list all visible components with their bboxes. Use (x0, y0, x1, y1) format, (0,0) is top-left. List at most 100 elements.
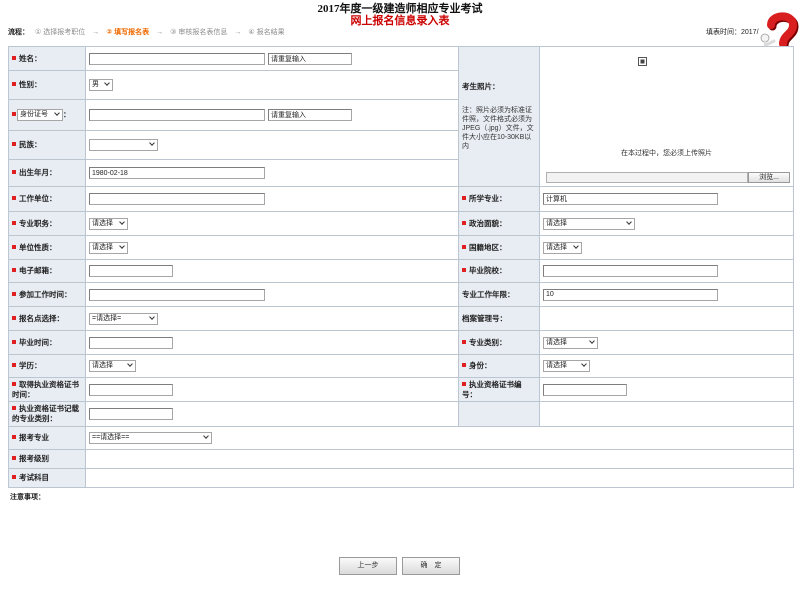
major-input[interactable] (543, 193, 718, 205)
exam-level-label: 报考级别 (19, 454, 49, 463)
email-label-cell: 电子邮箱： (8, 259, 86, 283)
id-number-input[interactable] (89, 109, 265, 121)
name-value-cell (85, 46, 459, 71)
major-category-select[interactable]: 请选择 (543, 336, 598, 349)
required-marker (12, 82, 16, 86)
required-marker (12, 244, 16, 249)
job-title-select[interactable]: 请选择 (89, 217, 128, 230)
cert-no-label: 执业资格证书编号： (462, 379, 522, 399)
step-fill-form: ② 填写报名表 (106, 29, 150, 36)
major-category-label: 专业类别： (469, 337, 507, 347)
empty-label-cell (458, 401, 540, 427)
photo-placeholder-icon (638, 56, 647, 66)
page-subtitle: 网上报名信息录入表 (350, 15, 450, 27)
id-type-select[interactable]: 身份证号 (17, 109, 63, 121)
email-value-cell (85, 259, 459, 283)
required-marker (462, 220, 466, 225)
politics-label-cell: 政治面貌： (458, 211, 540, 236)
required-marker (12, 55, 16, 60)
exam-level-value-cell (85, 449, 794, 469)
unit-type-select[interactable]: 请选择 (89, 241, 128, 254)
region-label: 国籍地区： (469, 242, 507, 252)
education-select[interactable]: 请选择 (89, 360, 136, 372)
required-marker (12, 475, 16, 479)
archive-no-value-cell (539, 306, 794, 331)
required-marker (12, 406, 16, 410)
exam-major-select[interactable]: ==请选择== (89, 432, 212, 444)
cert-time-label: 取得执业资格证书时间： (12, 379, 79, 399)
id-repeat-input[interactable] (268, 109, 352, 121)
birth-date-input[interactable] (89, 167, 265, 179)
ethnicity-label: 民族： (19, 140, 42, 149)
required-marker (12, 435, 16, 439)
work-start-label-cell: 参加工作时间： (8, 282, 86, 307)
exam-level-label-cell: 报考级别 (8, 449, 86, 469)
region-select[interactable]: 请选择 (543, 241, 582, 254)
school-input[interactable] (543, 265, 718, 277)
browse-button[interactable]: 浏览... (748, 171, 790, 183)
job-title-value-cell: 请选择 (85, 211, 459, 236)
major-category-label-cell: 专业类别： (458, 330, 540, 355)
required-marker (462, 381, 466, 386)
gender-label-cell: 性别： (8, 70, 86, 100)
archive-no-label-cell: 档案管理号： (458, 306, 540, 331)
previous-step-button[interactable]: 上一步 (339, 557, 397, 575)
notes-label: 注意事项： (10, 494, 45, 501)
required-marker (12, 339, 16, 344)
cert-no-input[interactable] (543, 383, 627, 396)
grad-time-input[interactable] (89, 336, 173, 349)
empty-value-cell (539, 401, 794, 427)
workplace-input[interactable] (89, 193, 265, 205)
exam-site-value-cell: =请选择= (85, 306, 459, 331)
cert-no-value-cell (539, 377, 794, 402)
step-arrow-icon: → (92, 29, 100, 36)
steps-label: 流程： (8, 29, 29, 36)
name-input[interactable] (89, 52, 265, 65)
photo-upload-hint: 在本过程中，您必须上传照片 (621, 149, 712, 157)
job-title-label: 专业职务： (19, 218, 57, 228)
workplace-label-cell: 工作单位： (8, 186, 86, 212)
required-marker (12, 268, 16, 272)
email-input[interactable] (89, 265, 173, 277)
politics-select[interactable]: 请选择 (543, 217, 635, 230)
name-label: 姓名： (19, 53, 42, 63)
cert-major-input[interactable] (89, 408, 173, 420)
required-marker (462, 363, 466, 367)
confirm-button[interactable]: 确 定 (402, 557, 460, 575)
identity-select[interactable]: 请选择 (543, 360, 590, 372)
ethnicity-select[interactable] (89, 139, 158, 151)
work-years-label-cell: 专业工作年限： (458, 282, 540, 307)
grad-time-label-cell: 毕业时间： (8, 330, 86, 355)
gender-value-cell: 男 (85, 70, 459, 100)
exam-site-label-cell: 报名点选择： (8, 306, 86, 331)
major-value-cell (539, 186, 794, 212)
exam-site-select[interactable]: =请选择= (89, 312, 158, 325)
work-years-label: 专业工作年限： (462, 289, 515, 299)
required-marker (12, 170, 16, 174)
cert-major-label-cell: 执业资格证书记载的专业类别： (8, 401, 86, 427)
required-marker (462, 268, 466, 272)
education-label-cell: 学历： (8, 354, 86, 378)
major-label: 所学专业： (469, 194, 507, 203)
education-label: 学历： (19, 361, 42, 370)
id-label-suffix: ： (63, 109, 71, 119)
id-value-cell (85, 99, 459, 131)
required-marker (12, 220, 16, 225)
photo-note: 注：照片必须为标准证件照，文件格式必须为JPEG（.jpg）文件，文件大小应在1… (462, 107, 534, 150)
page-title: 2017年度一级建造师相应专业考试 (317, 3, 483, 15)
photo-label: 考生照片： (462, 82, 500, 91)
exam-subjects-label-cell: 考试科目 (8, 468, 86, 488)
exam-major-label-cell: 报考专业 (8, 426, 86, 450)
photo-file-input[interactable] (546, 171, 748, 183)
cert-time-input[interactable] (89, 383, 173, 396)
required-marker (462, 244, 466, 249)
region-value-cell: 请选择 (539, 235, 794, 260)
cert-time-label-cell: 取得执业资格证书时间： (8, 377, 86, 402)
name-repeat-input[interactable] (268, 52, 352, 65)
gender-select[interactable]: 男 (89, 79, 113, 91)
unit-type-label-cell: 单位性质： (8, 235, 86, 260)
work-start-input[interactable] (89, 288, 265, 301)
ethnicity-label-cell: 民族： (8, 130, 86, 160)
work-years-input[interactable] (543, 288, 718, 301)
education-value-cell: 请选择 (85, 354, 459, 378)
